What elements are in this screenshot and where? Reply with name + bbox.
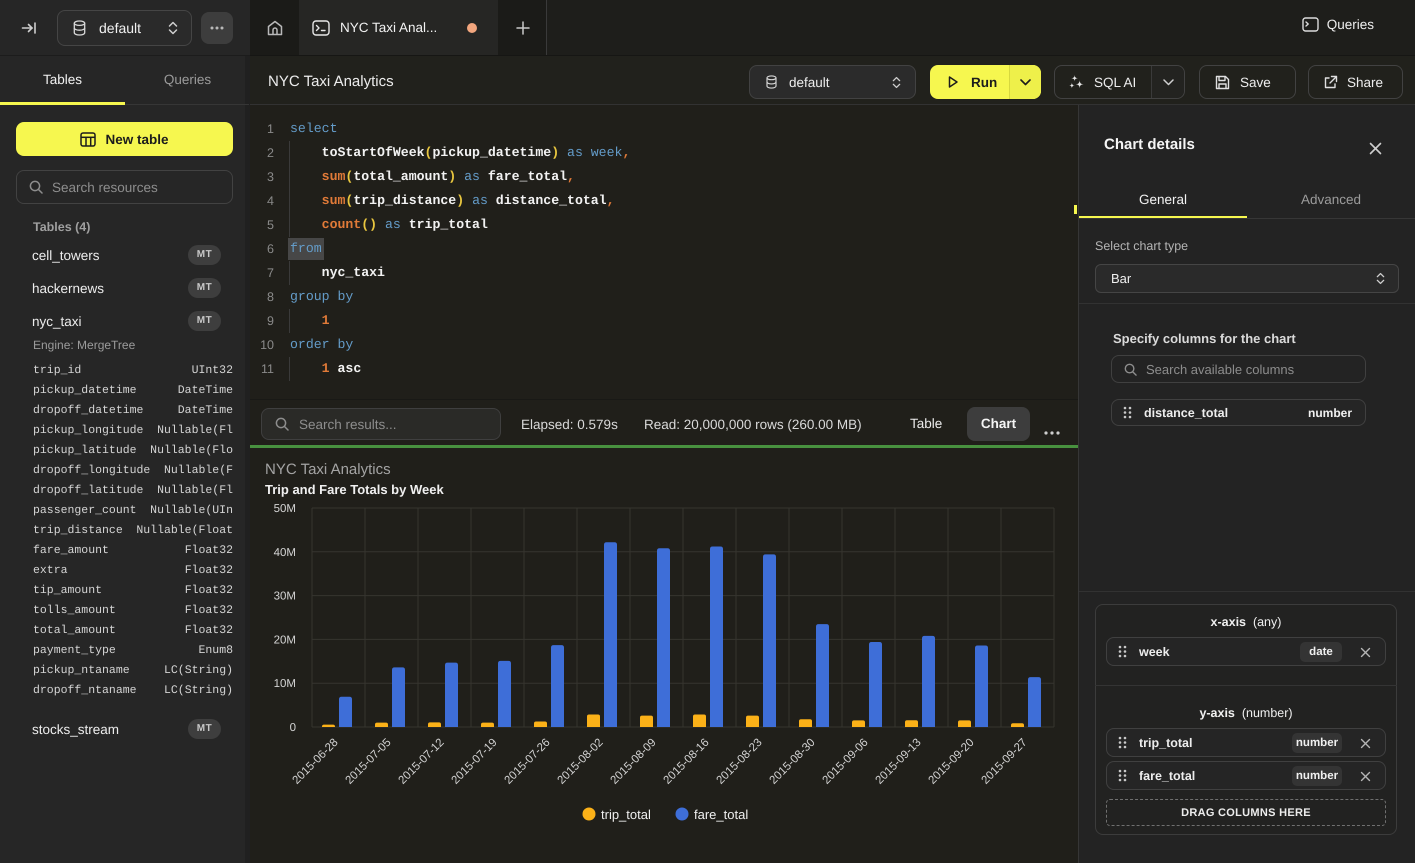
svg-text:40M: 40M bbox=[274, 547, 296, 559]
svg-text:2015-07-05: 2015-07-05 bbox=[344, 737, 394, 787]
svg-text:2015-09-13: 2015-09-13 bbox=[874, 737, 924, 787]
svg-text:0: 0 bbox=[290, 722, 296, 734]
svg-text:2015-09-27: 2015-09-27 bbox=[980, 737, 1030, 787]
svg-text:2015-08-23: 2015-08-23 bbox=[715, 737, 765, 787]
svg-text:2015-08-02: 2015-08-02 bbox=[556, 737, 606, 787]
svg-text:2015-08-16: 2015-08-16 bbox=[662, 737, 712, 787]
svg-text:2015-06-28: 2015-06-28 bbox=[291, 737, 341, 787]
svg-text:trip_total: trip_total bbox=[601, 807, 651, 822]
svg-text:2015-08-30: 2015-08-30 bbox=[768, 737, 818, 787]
svg-text:fare_total: fare_total bbox=[694, 807, 748, 822]
svg-text:2015-08-09: 2015-08-09 bbox=[609, 737, 659, 787]
svg-text:10M: 10M bbox=[274, 678, 296, 690]
svg-text:2015-07-26: 2015-07-26 bbox=[503, 737, 553, 787]
svg-text:30M: 30M bbox=[274, 591, 296, 603]
svg-text:2015-07-19: 2015-07-19 bbox=[450, 737, 500, 787]
svg-text:2015-07-12: 2015-07-12 bbox=[397, 737, 447, 787]
svg-text:20M: 20M bbox=[274, 634, 296, 646]
svg-text:2015-09-06: 2015-09-06 bbox=[821, 737, 871, 787]
svg-text:50M: 50M bbox=[274, 503, 296, 515]
svg-text:2015-09-20: 2015-09-20 bbox=[927, 737, 977, 787]
